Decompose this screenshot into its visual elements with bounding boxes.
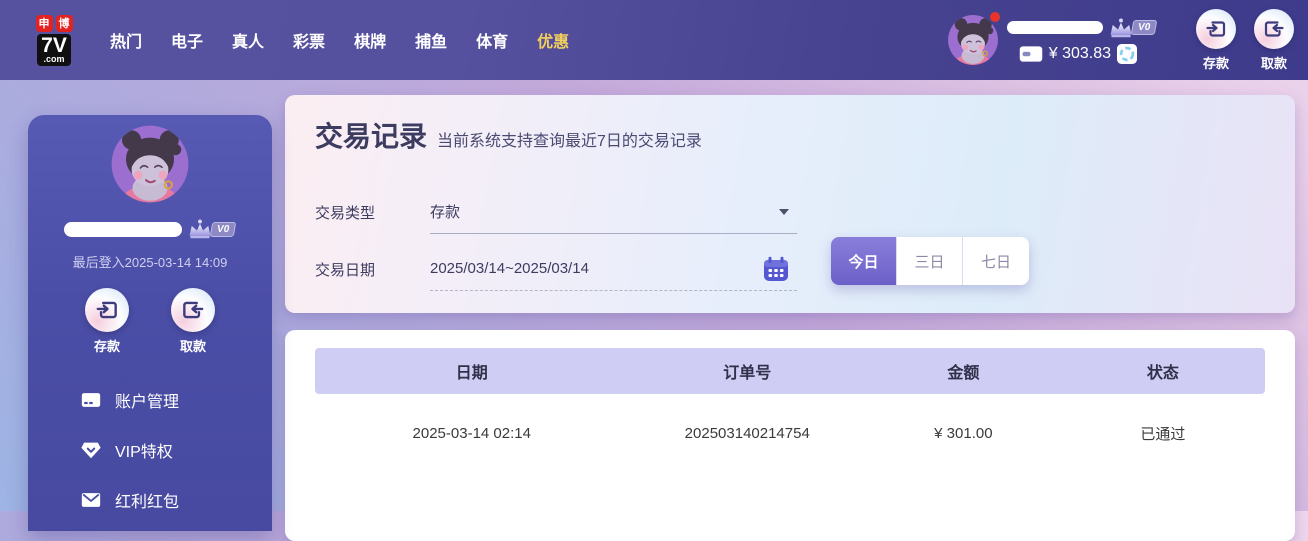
notification-dot	[989, 12, 1000, 22]
balance-amount: ¥ 303.83	[1048, 44, 1112, 62]
cell-amount: ¥ 301.00	[934, 424, 993, 442]
transaction-date-value: 2025/03/14~2025/03/14	[430, 260, 589, 277]
logo-badges: 申 博	[35, 14, 73, 32]
logo-box: 7V .com	[37, 33, 71, 66]
sidebar-username-redacted	[64, 221, 183, 237]
user-avatar[interactable]	[947, 12, 1000, 66]
logo-badge-shen: 申	[35, 14, 53, 32]
logo-badge-bo: 博	[55, 14, 73, 32]
topbar: 申 博 7V .com 热门 电子 真人 彩票 棋牌 捕鱼 体育 优惠 V0 ¥…	[0, 0, 1308, 80]
transfer-in-icon	[94, 297, 120, 323]
transaction-date-row: 交易日期 2025/03/14~2025/03/14	[315, 247, 797, 291]
sidebar-avatar[interactable]	[110, 124, 190, 204]
calendar-icon[interactable]	[763, 256, 789, 282]
transaction-date-picker[interactable]: 2025/03/14~2025/03/14	[430, 247, 797, 291]
nav-item-fishing[interactable]: 捕鱼	[415, 28, 447, 52]
sidebar-menu: 账户管理 VIP特权 红利红包	[28, 375, 272, 525]
tab-seven-days[interactable]: 七日	[963, 237, 1029, 285]
sidebar-item-account[interactable]: 账户管理	[80, 375, 272, 425]
nav-item-sports[interactable]: 体育	[476, 28, 508, 52]
table-row: 2025-03-14 02:14 202503140214754 ¥ 301.0…	[315, 394, 1265, 472]
table-header-status: 状态	[1146, 365, 1179, 382]
sidebar-withdraw-button[interactable]: 取款	[171, 288, 215, 355]
sidebar-withdraw-label: 取款	[179, 339, 206, 354]
sidebar-item-vip[interactable]: VIP特权	[80, 425, 272, 475]
page-subtitle: 当前系统支持查询最近7日的交易记录	[437, 133, 702, 150]
vip-level-badge: V0	[1130, 20, 1158, 35]
wallet-icon	[1019, 45, 1043, 63]
user-cluster: V0 ¥ 303.83 存款 取款	[947, 8, 1294, 72]
sidebar-withdraw-circle	[171, 288, 215, 332]
avatar-girl-icon	[947, 14, 999, 66]
last-login-text: 最后登入2025-03-14 14:09	[72, 255, 228, 270]
refresh-balance-icon[interactable]	[1117, 44, 1137, 64]
cell-order-number: 202503140214754	[684, 424, 810, 442]
logo-suffix: .com	[43, 53, 65, 64]
sidebar-item-label: 账户管理	[115, 394, 180, 411]
deposit-circle	[1196, 8, 1236, 49]
date-range-tabs: 今日 三日 七日	[831, 237, 1029, 285]
table-header-date: 日期	[455, 365, 488, 382]
cell-status: 已通过	[1140, 425, 1186, 443]
page-title: 交易记录	[315, 121, 428, 152]
sidebar-deposit-button[interactable]: 存款	[85, 288, 129, 355]
nav-item-hot[interactable]: 热门	[110, 28, 142, 52]
title-row: 交易记录 当前系统支持查询最近7日的交易记录	[315, 115, 702, 155]
sidebar-item-label: VIP特权	[115, 444, 173, 461]
transaction-type-select[interactable]: 存款	[430, 190, 797, 234]
transaction-type-value: 存款	[430, 204, 461, 221]
withdraw-button[interactable]: 取款	[1254, 8, 1294, 72]
sidebar-deposit-circle	[85, 288, 129, 332]
table-header-row: 日期 订单号 金额 状态	[315, 348, 1265, 394]
deposit-button[interactable]: 存款	[1196, 8, 1236, 72]
balance-row: ¥ 303.83	[1019, 44, 1156, 64]
transactions-table-panel: 日期 订单号 金额 状态 2025-03-14 02:14 2025031402…	[285, 330, 1295, 541]
table-header-amount: 金额	[947, 365, 980, 382]
topbar-actions: 存款 取款	[1196, 8, 1294, 72]
nav-item-live[interactable]: 真人	[232, 28, 264, 52]
filter-panel: 交易记录 当前系统支持查询最近7日的交易记录 交易类型 存款 交易日期 2025…	[285, 95, 1295, 313]
envelope-icon	[80, 489, 102, 511]
withdraw-label: 取款	[1260, 55, 1287, 71]
nav-item-boardgames[interactable]: 棋牌	[354, 28, 386, 52]
sidebar-item-bonus[interactable]: 红利红包	[80, 475, 272, 525]
main-nav: 热门 电子 真人 彩票 棋牌 捕鱼 体育 优惠	[110, 28, 569, 52]
transfer-in-icon	[1204, 17, 1228, 41]
nav-item-slots[interactable]: 电子	[171, 28, 203, 52]
sidebar: V0 最后登入2025-03-14 14:09 存款 取款 账户管理 VIP特权…	[28, 115, 272, 531]
username-redacted	[1006, 21, 1103, 34]
site-logo[interactable]: 申 博 7V .com	[28, 14, 80, 66]
sidebar-item-label: 红利红包	[115, 494, 180, 511]
card-icon	[80, 389, 102, 411]
logo-text: 7V	[41, 33, 67, 57]
cell-date: 2025-03-14 02:14	[412, 424, 531, 442]
chevron-down-icon	[779, 208, 789, 215]
transfer-out-icon	[1262, 17, 1286, 41]
vip-gem-icon	[80, 439, 102, 461]
nav-item-promotions[interactable]: 优惠	[537, 28, 569, 52]
transaction-type-row: 交易类型 存款	[315, 190, 797, 234]
sidebar-vip-level-badge: V0	[210, 221, 237, 237]
transaction-date-label: 交易日期	[315, 261, 376, 279]
tab-three-days[interactable]: 三日	[897, 237, 963, 285]
transfer-out-icon	[180, 297, 206, 323]
deposit-label: 存款	[1202, 55, 1229, 71]
user-info: V0 ¥ 303.83	[1006, 17, 1158, 64]
sidebar-actions: 存款 取款	[85, 288, 215, 355]
table-header-order: 订单号	[723, 365, 772, 382]
transaction-type-label: 交易类型	[315, 204, 376, 222]
sidebar-username-row: V0	[64, 218, 237, 240]
tab-today[interactable]: 今日	[831, 237, 897, 285]
username-row: V0	[1006, 17, 1158, 39]
withdraw-circle	[1254, 8, 1294, 49]
nav-item-lottery[interactable]: 彩票	[293, 28, 325, 52]
sidebar-deposit-label: 存款	[93, 339, 120, 354]
